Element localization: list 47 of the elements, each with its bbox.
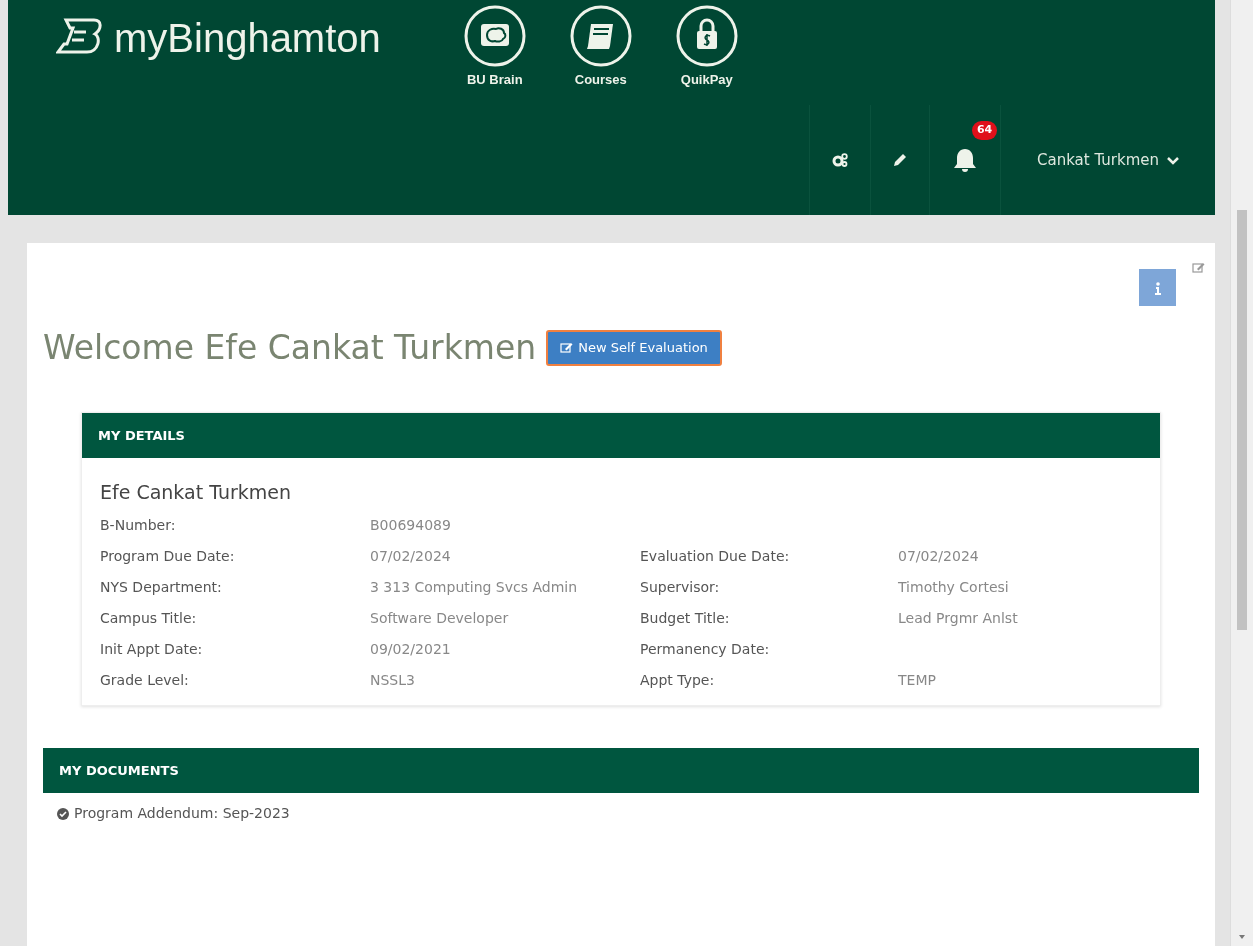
field-label: Campus Title: bbox=[100, 608, 198, 628]
field-value: TEMP bbox=[898, 670, 937, 690]
field-value: 09/02/2021 bbox=[370, 639, 452, 659]
padlock-icon bbox=[674, 4, 739, 68]
field-label: Init Appt Date: bbox=[100, 639, 204, 659]
page-title: Welcome Efe Cankat Turkmen bbox=[43, 328, 537, 368]
user-menu-button[interactable]: Cankat Turkmen bbox=[1022, 148, 1193, 172]
field-label: Program Due Date: bbox=[100, 546, 236, 566]
info-icon bbox=[1154, 281, 1161, 295]
field-label: Grade Level: bbox=[100, 670, 190, 690]
notification-badge: 64 bbox=[971, 121, 998, 140]
field-value: NSSL3 bbox=[370, 670, 416, 690]
field-label: Supervisor: bbox=[640, 577, 721, 597]
field-value: B00694089 bbox=[370, 515, 452, 535]
scroll-down-icon[interactable] bbox=[1238, 934, 1246, 940]
edit-icon bbox=[560, 342, 574, 354]
app-link[interactable]: Courses bbox=[568, 4, 633, 90]
field-label: B-Number: bbox=[100, 515, 177, 535]
book-icon bbox=[568, 4, 633, 68]
gears-icon bbox=[831, 153, 848, 167]
panel-header: MY DETAILS bbox=[82, 412, 1160, 459]
brand-name: myBinghamton bbox=[114, 18, 381, 58]
field-value: 07/02/2024 bbox=[370, 546, 452, 566]
field-value: 3 313 Computing Svcs Admin bbox=[370, 577, 579, 597]
bell-icon bbox=[951, 147, 978, 173]
app-link[interactable]: BU Brain bbox=[462, 4, 527, 90]
field-label: Appt Type: bbox=[640, 670, 716, 690]
field-label: Permanency Date: bbox=[640, 639, 771, 659]
field-value: Timothy Cortesi bbox=[898, 577, 1010, 597]
chevron-down-icon bbox=[1167, 155, 1179, 165]
panel-header: MY DOCUMENTS bbox=[43, 747, 1199, 794]
app-link[interactable]: QuikPay bbox=[674, 4, 739, 90]
field-label: Evaluation Due Date: bbox=[640, 546, 791, 566]
scrollbar-thumb[interactable] bbox=[1237, 210, 1247, 630]
field-value: Lead Prgmr Anlst bbox=[898, 608, 1019, 628]
document-link[interactable]: Program Addendum: Sep-2023 bbox=[74, 803, 290, 825]
info-button[interactable] bbox=[1139, 269, 1176, 306]
employee-name: Efe Cankat Turkmen bbox=[100, 480, 292, 506]
logo-icon bbox=[56, 18, 102, 56]
pencil-icon bbox=[892, 153, 907, 167]
notifications-button[interactable]: 64 bbox=[928, 105, 1000, 215]
edit-icon bbox=[1192, 262, 1205, 273]
field-value: 07/02/2024 bbox=[898, 546, 980, 566]
new-evaluation-button[interactable]: New Self Evaluation bbox=[546, 330, 722, 366]
field-label: Budget Title: bbox=[640, 608, 731, 628]
field-value: Software Developer bbox=[370, 608, 510, 628]
field-label: NYS Department: bbox=[100, 577, 223, 597]
